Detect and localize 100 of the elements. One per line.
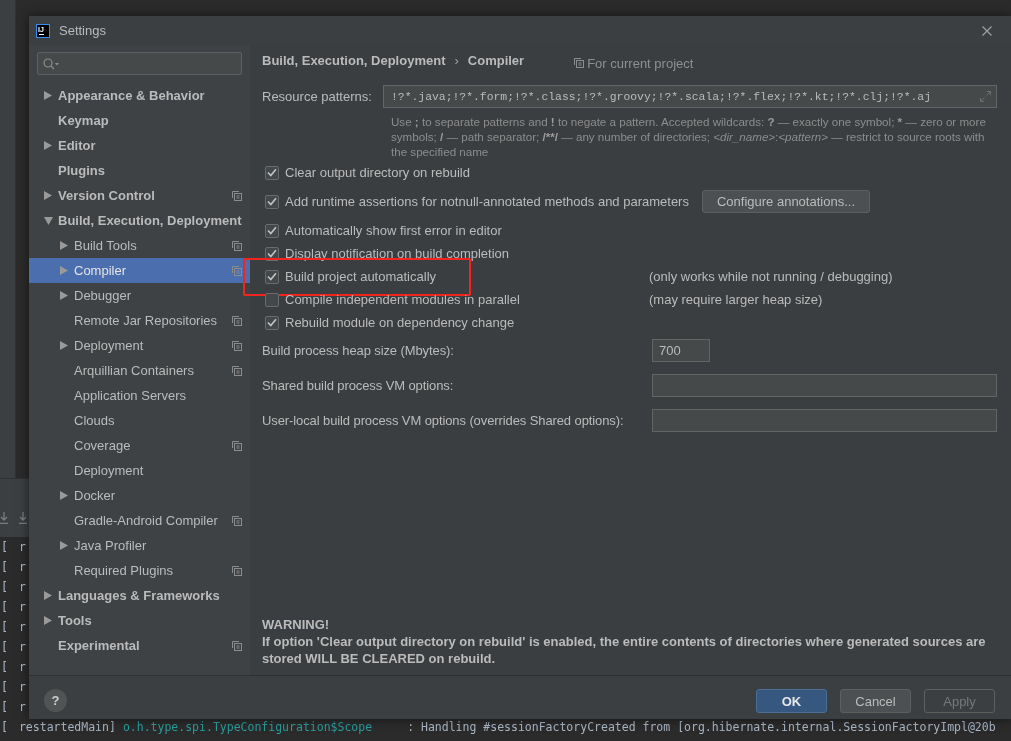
caret-right-icon[interactable] xyxy=(44,91,52,100)
input-field[interactable] xyxy=(652,409,997,432)
checkbox[interactable] xyxy=(265,165,279,180)
close-icon[interactable] xyxy=(982,25,992,36)
caret-right-icon[interactable] xyxy=(60,491,68,500)
checkbox-label[interactable]: Rebuild module on dependency change xyxy=(285,315,515,330)
checkbox-label[interactable]: Add runtime assertions for notnull-annotated methods and parameters xyxy=(285,194,689,209)
tree-item[interactable]: Coverage xyxy=(29,433,250,458)
search-field[interactable] xyxy=(37,52,242,75)
log-thread: r xyxy=(18,680,26,694)
caret-right-icon[interactable] xyxy=(44,141,52,150)
field-label: Build process heap size (Mbytes): xyxy=(262,343,455,358)
check-icon xyxy=(267,318,277,327)
checkbox[interactable] xyxy=(265,315,279,330)
tree-item[interactable]: Build Tools xyxy=(29,233,250,258)
check-icon xyxy=(267,249,277,258)
tree-item[interactable]: Editor xyxy=(29,133,250,158)
log-thread: restartedMain] xyxy=(18,720,116,734)
input-field[interactable]: !?*.java;!?*.form;!?*.class;!?*.groovy;!?*.scala;!?*.flex;!?*.kt;!?*.clj;!?*.aj xyxy=(383,85,997,108)
input-field[interactable]: 700 xyxy=(652,339,710,362)
log-bracket: [ xyxy=(1,640,8,654)
check-icon xyxy=(267,272,277,281)
download-icon[interactable] xyxy=(19,512,27,524)
tree-item[interactable]: Gradle-Android Compiler xyxy=(29,508,250,533)
tree-item[interactable]: Deployment xyxy=(29,333,250,358)
stacked-pages-icon xyxy=(574,58,585,68)
checkbox-label[interactable]: Build project automatically xyxy=(285,269,437,284)
caret-right-icon[interactable] xyxy=(44,191,52,200)
breadcrumb-item[interactable]: Build, Execution, Deployment xyxy=(262,52,446,68)
log-thread: r xyxy=(18,600,26,614)
breadcrumb-item: Compiler xyxy=(467,52,525,68)
log-thread: r xyxy=(18,620,26,634)
log-bracket: [ xyxy=(1,680,8,694)
dialog-button[interactable]: OK xyxy=(756,689,827,713)
log-logger: o.h.type.spi.TypeConfiguration$Scope xyxy=(122,720,373,734)
option-note: (only works while not running / debugging) xyxy=(649,269,893,284)
tree-item[interactable]: Debugger xyxy=(29,283,250,308)
tree-item[interactable]: Application Servers xyxy=(29,383,250,408)
tree-item[interactable]: Remote Jar Repositories xyxy=(29,308,250,333)
log-thread: r xyxy=(18,660,26,674)
log-thread: r xyxy=(18,580,26,594)
field-label: Resource patterns: xyxy=(262,89,373,104)
check-icon xyxy=(267,168,277,177)
caret-right-icon[interactable] xyxy=(60,541,68,550)
tree-item[interactable]: Languages & Frameworks xyxy=(29,583,250,608)
tree-item[interactable]: Docker xyxy=(29,483,250,508)
tree-item[interactable]: Required Plugins xyxy=(29,558,250,583)
checkbox[interactable] xyxy=(265,292,279,307)
checkbox[interactable] xyxy=(265,223,279,238)
warning-title: WARNING! xyxy=(262,616,331,633)
log-thread: r xyxy=(18,700,26,714)
field-label: Shared build process VM options: xyxy=(262,378,455,393)
log-bracket: [ xyxy=(1,540,8,554)
log-bracket: [ xyxy=(1,620,8,634)
tree-item[interactable]: Plugins xyxy=(29,158,250,183)
tree-item[interactable]: Arquillian Containers xyxy=(29,358,250,383)
scope-label: For current project xyxy=(587,55,694,71)
caret-right-icon[interactable] xyxy=(60,241,68,250)
checkbox-label[interactable]: Automatically show first error in editor xyxy=(285,223,502,238)
tree-item[interactable]: Compiler xyxy=(29,258,250,283)
help-button[interactable]: ? xyxy=(44,689,67,712)
check-icon xyxy=(267,226,277,235)
log-thread: r xyxy=(18,540,26,554)
input-field[interactable] xyxy=(652,374,997,397)
tree-item[interactable]: Java Profiler xyxy=(29,533,250,558)
log-bracket: [ xyxy=(1,560,8,574)
tree-item[interactable]: Tools xyxy=(29,608,250,633)
tree-item[interactable]: Clouds xyxy=(29,408,250,433)
caret-right-icon[interactable] xyxy=(60,291,68,300)
log-message: : Handling #sessionFactoryCreated from [org.hibernate.internal.SessionFactoryImpl@20b xyxy=(407,720,996,734)
checkbox-label[interactable]: Display notification on build completion xyxy=(285,246,509,261)
help-text: Use ; to separate patterns and ! to negate a pattern. Accepted wildcards: ? — exactly one symbol; * — zero or more symbols; / — path separator; /**/ — any number of directories; <dir_name>:<pattern> — restrict to source roots with the specified name xyxy=(391,114,987,159)
tree-item[interactable]: Version Control xyxy=(29,183,250,208)
tree-item[interactable]: Deployment xyxy=(29,458,250,483)
tree-item[interactable]: Keymap xyxy=(29,108,250,133)
log-bracket: [ xyxy=(1,700,8,714)
checkbox[interactable] xyxy=(265,269,279,284)
tree-item[interactable]: Build, Execution, Deployment xyxy=(29,208,250,233)
field-label: User-local build process VM options (overrides Shared options): xyxy=(262,413,625,428)
window-title: Settings xyxy=(59,23,106,38)
warning-text: If option 'Clear output directory on rebuild' is enabled, the entire contents of directories where generated sources are stored WILL BE CLEARED on rebuild. xyxy=(262,633,987,667)
breadcrumb-separator: › xyxy=(454,52,459,68)
caret-right-icon[interactable] xyxy=(44,591,52,600)
check-icon xyxy=(267,197,277,206)
download-icon[interactable] xyxy=(0,512,8,524)
log-thread: r xyxy=(18,640,26,654)
tree-item[interactable]: Appearance & Behavior xyxy=(29,83,250,108)
caret-right-icon[interactable] xyxy=(44,616,52,625)
configure-button[interactable]: Configure annotations... xyxy=(701,190,870,213)
dialog-button[interactable]: Cancel xyxy=(840,689,911,713)
checkbox-label[interactable]: Compile independent modules in parallel xyxy=(285,292,520,307)
caret-down-icon[interactable] xyxy=(44,216,53,225)
log-bracket: [ xyxy=(1,580,8,594)
option-note: (may require larger heap size) xyxy=(649,292,823,307)
log-bracket: [ xyxy=(1,600,8,614)
log-bracket: [ xyxy=(1,720,8,734)
checkbox[interactable] xyxy=(265,194,279,209)
caret-right-icon[interactable] xyxy=(60,341,68,350)
tree-item[interactable]: Experimental xyxy=(29,633,250,658)
checkbox-label[interactable]: Clear output directory on rebuild xyxy=(285,165,470,180)
